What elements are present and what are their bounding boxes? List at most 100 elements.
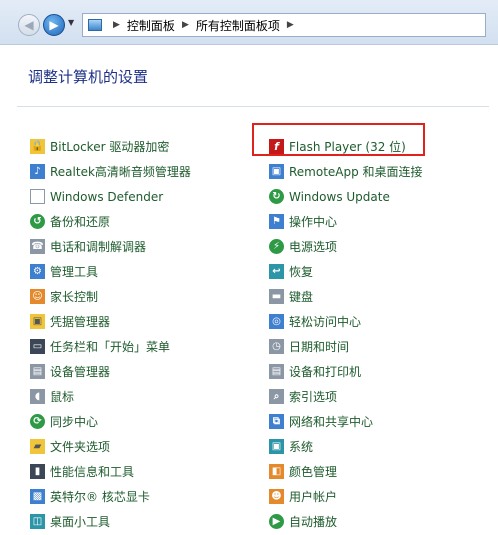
control-panel-item[interactable]: ↻ Windows Update [269, 184, 423, 209]
ease-of-access-icon: ◎ [269, 314, 284, 329]
credential-manager-icon: ▣ [30, 314, 45, 329]
control-panel-item[interactable]: ▤ 设备和打印机 [269, 359, 423, 384]
keyboard-icon: ▬ [269, 289, 284, 304]
autoplay-icon: ▶ [269, 514, 284, 529]
item-label: 颜色管理 [289, 465, 338, 479]
item-label: 用户帐户 [289, 490, 338, 504]
control-panel-item[interactable]: 🔒 BitLocker 驱动器加密 [30, 134, 191, 159]
indexing-icon: ⌕ [269, 389, 284, 404]
recovery-icon: ↩ [269, 264, 284, 279]
item-label: 网络和共享中心 [289, 415, 374, 429]
control-panel-item[interactable]: ☺ 家长控制 [30, 284, 191, 309]
backup-icon: ↺ [30, 214, 45, 229]
item-label: RemoteApp 和桌面连接 [289, 165, 423, 179]
item-label: 设备管理器 [50, 365, 111, 379]
item-label: 备份和还原 [50, 215, 111, 229]
user-accounts-icon: ☻ [269, 489, 284, 504]
item-label: 英特尔® 核芯显卡 [50, 490, 150, 504]
item-label: 家长控制 [50, 290, 99, 304]
control-panel-item[interactable]: ⚡ 电源选项 [269, 234, 423, 259]
control-panel-item[interactable]: ⚙ 管理工具 [30, 259, 191, 284]
item-label: 管理工具 [50, 265, 99, 279]
control-panel-item[interactable]: ▮ 性能信息和工具 [30, 459, 191, 484]
item-label: 任务栏和「开始」菜单 [50, 340, 171, 354]
item-label: 自动播放 [289, 515, 338, 529]
item-label: 系统 [289, 440, 314, 454]
control-panel-item[interactable]: ◧ 颜色管理 [269, 459, 423, 484]
item-label: 轻松访问中心 [289, 315, 362, 329]
item-label: 同步中心 [50, 415, 99, 429]
item-label: 桌面小工具 [50, 515, 111, 529]
gadgets-icon: ◫ [30, 514, 45, 529]
item-label: 恢复 [289, 265, 314, 279]
control-panel-icon [88, 19, 102, 31]
control-panel-item[interactable]: ▣ 凭据管理器 [30, 309, 191, 334]
breadcrumb-all-items[interactable]: 所有控制面板项 [196, 17, 280, 34]
item-label: 电源选项 [289, 240, 338, 254]
control-panel-item[interactable]: ▣ 系统 [269, 434, 423, 459]
control-panel-item[interactable]: ↩ 恢复 [269, 259, 423, 284]
mouse-icon: ◖ [30, 389, 45, 404]
intel-graphics-icon: ▩ [30, 489, 45, 504]
item-label: 操作中心 [289, 215, 338, 229]
history-dropdown-icon[interactable]: ▼ [68, 18, 74, 27]
item-label: Windows Defender [50, 189, 164, 204]
item-label: 设备和打印机 [289, 365, 362, 379]
parental-control-icon: ☺ [30, 289, 45, 304]
item-label: 性能信息和工具 [50, 465, 135, 479]
back-button[interactable]: ◀ [18, 14, 40, 36]
control-panel-item[interactable]: ◖ 鼠标 [30, 384, 191, 409]
address-bar[interactable]: ▶ 控制面板 ▶ 所有控制面板项 ▶ [82, 13, 486, 37]
forward-button[interactable]: ▶ [43, 14, 65, 36]
folder-options-icon: ▰ [30, 439, 45, 454]
control-panel-item[interactable]: ☻ 用户帐户 [269, 484, 423, 509]
control-panel-item[interactable]: ◷ 日期和时间 [269, 334, 423, 359]
item-label: 键盘 [289, 290, 314, 304]
control-panel-item[interactable]: ♪ Realtek高清晰音频管理器 [30, 159, 191, 184]
control-panel-item[interactable]: ⚑ 操作中心 [269, 209, 423, 234]
chevron-right-icon[interactable]: ▶ [182, 20, 189, 30]
control-panel-item[interactable]: ▬ 键盘 [269, 284, 423, 309]
control-panel-item[interactable]: ◎ 轻松访问中心 [269, 309, 423, 334]
color-management-icon: ◧ [269, 464, 284, 479]
control-panel-item[interactable]: ◫ 桌面小工具 [30, 509, 191, 534]
action-center-icon: ⚑ [269, 214, 284, 229]
control-panel-item[interactable]: ▭ 任务栏和「开始」菜单 [30, 334, 191, 359]
arrow-left-icon: ◀ [24, 18, 34, 32]
printer-icon: ▤ [269, 364, 284, 379]
phone-modem-icon: ☎ [30, 239, 45, 254]
item-label: BitLocker 驱动器加密 [50, 140, 170, 154]
control-panel-item[interactable]: ⟳ 同步中心 [30, 409, 191, 434]
highlight-box [252, 123, 425, 156]
control-panel-item[interactable]: ▩ 英特尔® 核芯显卡 [30, 484, 191, 509]
admin-tools-icon: ⚙ [30, 264, 45, 279]
network-icon: ⧉ [269, 414, 284, 429]
control-panel-item[interactable]: ⧉ 网络和共享中心 [269, 409, 423, 434]
control-panel-item[interactable]: ▣ RemoteApp 和桌面连接 [269, 159, 423, 184]
item-label: 鼠标 [50, 390, 75, 404]
control-panel-item[interactable]: ☎ 电话和调制解调器 [30, 234, 191, 259]
taskbar-icon: ▭ [30, 339, 45, 354]
control-panel-item[interactable]: Windows Defender [30, 184, 191, 209]
sync-center-icon: ⟳ [30, 414, 45, 429]
control-panel-item[interactable]: ▶ 自动播放 [269, 509, 423, 534]
control-panel-item[interactable]: ▤ 设备管理器 [30, 359, 191, 384]
performance-icon: ▮ [30, 464, 45, 479]
breadcrumb-control-panel[interactable]: 控制面板 [127, 17, 175, 34]
defender-icon [30, 189, 45, 204]
page-title: 调整计算机的设置 [28, 68, 149, 86]
control-panel-item[interactable]: ⌕ 索引选项 [269, 384, 423, 409]
arrow-right-icon: ▶ [49, 18, 59, 32]
date-time-icon: ◷ [269, 339, 284, 354]
item-label: 电话和调制解调器 [50, 240, 147, 254]
chevron-right-icon[interactable]: ▶ [287, 20, 294, 30]
power-options-icon: ⚡ [269, 239, 284, 254]
item-label: 凭据管理器 [50, 315, 111, 329]
item-label: 文件夹选项 [50, 440, 111, 454]
control-panel-item[interactable]: ↺ 备份和还原 [30, 209, 191, 234]
right-column: f Flash Player (32 位) ▣ RemoteApp 和桌面连接 ↻ Win… [269, 134, 423, 534]
remoteapp-icon: ▣ [269, 164, 284, 179]
control-panel-item[interactable]: ▰ 文件夹选项 [30, 434, 191, 459]
chevron-right-icon[interactable]: ▶ [113, 20, 120, 30]
system-icon: ▣ [269, 439, 284, 454]
